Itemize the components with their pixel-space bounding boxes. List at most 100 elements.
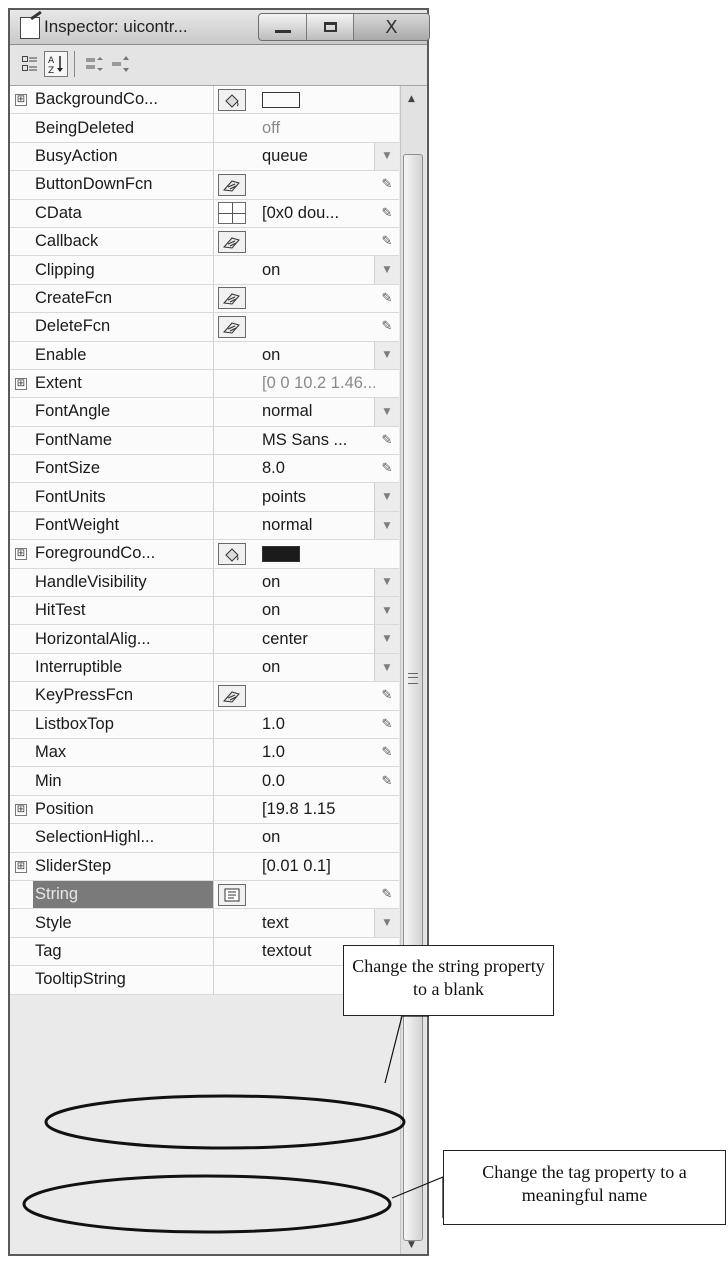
property-value[interactable] xyxy=(254,540,375,567)
sort-alphabetical-button[interactable]: A Z xyxy=(44,51,68,77)
property-value[interactable] xyxy=(254,171,375,198)
property-row-tag[interactable]: Tagtextout✎ xyxy=(10,937,399,967)
title-bar[interactable]: Inspector: uicontr... X xyxy=(10,10,430,45)
property-value[interactable]: 1.0 xyxy=(254,739,375,766)
property-row-createfcn[interactable]: CreateFcn ✎ xyxy=(10,284,399,314)
property-value[interactable] xyxy=(254,881,375,908)
property-row-fontsize[interactable]: FontSize 8.0 ✎ xyxy=(10,455,399,484)
dropdown-arrow-icon[interactable]: ▼ xyxy=(374,341,399,369)
array-editor-icon[interactable] xyxy=(218,202,246,225)
property-row-style[interactable]: Style text ▼ xyxy=(10,909,399,938)
property-value[interactable] xyxy=(254,285,375,312)
property-value[interactable]: points xyxy=(254,483,374,510)
property-value[interactable]: text xyxy=(254,909,374,936)
pencil-edit-icon[interactable]: ✎ xyxy=(375,228,399,255)
property-value[interactable]: [0.01 0.1] xyxy=(254,853,375,880)
property-row-string[interactable]: String ✎ xyxy=(10,880,399,910)
property-value[interactable]: on xyxy=(254,654,374,681)
property-row-fontunits[interactable]: FontUnits points ▼ xyxy=(10,483,399,512)
property-row-foregroundco[interactable]: ⊞ ForegroundCo... xyxy=(10,540,399,569)
callback-editor-icon[interactable] xyxy=(218,230,246,253)
pencil-edit-icon[interactable]: ✎ xyxy=(375,711,399,738)
scrollbar-thumb[interactable] xyxy=(403,154,423,1241)
vertical-scrollbar[interactable]: ▲ ▼ xyxy=(400,86,426,1254)
dropdown-arrow-icon[interactable]: ▼ xyxy=(374,483,399,511)
property-value[interactable]: 0.0 xyxy=(254,767,375,794)
property-value[interactable]: center xyxy=(254,625,374,652)
dropdown-arrow-icon[interactable]: ▼ xyxy=(374,142,399,171)
minimize-button[interactable] xyxy=(259,14,308,40)
pencil-edit-icon[interactable]: ✎ xyxy=(375,682,399,709)
property-row-tooltipstring[interactable]: TooltipString✎ xyxy=(10,966,399,995)
property-row-fontangle[interactable]: FontAngle normal ▼ xyxy=(10,398,399,427)
color-picker-icon[interactable] xyxy=(218,88,246,111)
property-row-position[interactable]: ⊞ Position [19.8 1.15 xyxy=(10,795,399,825)
property-row-clipping[interactable]: Clipping on ▼ xyxy=(10,256,399,285)
property-value[interactable]: MS Sans ... xyxy=(254,427,375,454)
dropdown-arrow-icon[interactable]: ▼ xyxy=(374,256,399,284)
close-button[interactable]: X xyxy=(353,14,429,40)
property-row-cdata[interactable]: CData [0x0 dou... ✎ xyxy=(10,199,399,228)
color-swatch[interactable] xyxy=(262,91,300,108)
expand-icon[interactable]: ⊞ xyxy=(15,860,27,873)
property-row-selectionhighl[interactable]: SelectionHighl... on xyxy=(10,824,399,853)
property-row-beingdeleted[interactable]: BeingDeleted off xyxy=(10,114,399,143)
property-row-deletefcn[interactable]: DeleteFcn ✎ xyxy=(10,313,399,342)
text-editor-icon[interactable] xyxy=(218,883,246,906)
pencil-edit-icon[interactable]: ✎ xyxy=(375,455,399,482)
dropdown-arrow-icon[interactable]: ▼ xyxy=(374,653,399,682)
property-value[interactable]: [0x0 dou... xyxy=(254,200,375,227)
property-value[interactable]: on xyxy=(254,256,374,283)
property-value[interactable] xyxy=(254,86,375,113)
property-row-keypressfcn[interactable]: KeyPressFcn ✎ xyxy=(10,682,399,711)
property-value[interactable]: normal xyxy=(254,398,374,425)
categorized-view-button[interactable] xyxy=(18,51,42,77)
property-row-interruptible[interactable]: Interruptible on ▼ xyxy=(10,653,399,683)
property-row-fontweight[interactable]: FontWeight normal ▼ xyxy=(10,511,399,541)
dropdown-arrow-icon[interactable]: ▼ xyxy=(374,909,399,937)
maximize-button[interactable] xyxy=(307,14,354,40)
property-value[interactable]: normal xyxy=(254,512,374,539)
property-row-hittest[interactable]: HitTest on ▼ xyxy=(10,597,399,626)
property-value[interactable] xyxy=(254,682,375,709)
dropdown-arrow-icon[interactable]: ▼ xyxy=(374,597,399,625)
pencil-edit-icon[interactable]: ✎ xyxy=(375,739,399,766)
expand-icon[interactable]: ⊞ xyxy=(15,94,27,106)
color-swatch[interactable] xyxy=(262,545,300,562)
property-row-horizontalalig[interactable]: HorizontalAlig... center ▼ xyxy=(10,625,399,654)
dropdown-arrow-icon[interactable]: ▼ xyxy=(374,398,399,426)
pencil-edit-icon[interactable]: ✎ xyxy=(375,200,399,227)
dropdown-arrow-icon[interactable]: ▼ xyxy=(374,625,399,653)
pencil-edit-icon[interactable]: ✎ xyxy=(375,285,399,312)
expand-icon[interactable]: ⊞ xyxy=(15,377,27,390)
property-row-handlevisibility[interactable]: HandleVisibility on ▼ xyxy=(10,568,399,598)
callback-editor-icon[interactable] xyxy=(218,287,246,310)
scroll-down-icon[interactable]: ▼ xyxy=(408,1240,415,1250)
property-row-busyaction[interactable]: BusyAction queue ▼ xyxy=(10,142,399,172)
callback-editor-icon[interactable] xyxy=(218,315,246,338)
pencil-edit-icon[interactable]: ✎ xyxy=(375,427,399,454)
property-value[interactable]: on xyxy=(254,342,374,369)
color-picker-icon[interactable] xyxy=(218,542,246,565)
collapse-all-button[interactable] xyxy=(110,51,134,77)
property-row-enable[interactable]: Enable on ▼ xyxy=(10,341,399,370)
dropdown-arrow-icon[interactable]: ▼ xyxy=(374,568,399,597)
scroll-up-icon[interactable]: ▲ xyxy=(408,94,415,104)
expand-icon[interactable]: ⊞ xyxy=(15,803,27,816)
expand-icon[interactable]: ⊞ xyxy=(15,548,27,561)
property-row-extent[interactable]: ⊞ Extent [0 0 10.2 1.46... xyxy=(10,369,399,399)
property-value[interactable]: [19.8 1.15 xyxy=(254,796,375,823)
property-value[interactable]: on xyxy=(254,824,375,851)
property-value[interactable]: queue xyxy=(254,143,374,170)
pencil-edit-icon[interactable]: ✎ xyxy=(375,171,399,198)
property-value[interactable]: 1.0 xyxy=(254,711,375,738)
property-row-sliderstep[interactable]: ⊞ SliderStep [0.01 0.1] xyxy=(10,852,399,881)
property-row-backgroundco[interactable]: ⊞ BackgroundCo... xyxy=(10,86,399,115)
pencil-edit-icon[interactable]: ✎ xyxy=(375,313,399,340)
property-value[interactable]: 8.0 xyxy=(254,455,375,482)
property-row-callback[interactable]: Callback ✎ xyxy=(10,227,399,257)
property-value[interactable]: [0 0 10.2 1.46... xyxy=(254,370,375,397)
property-row-max[interactable]: Max 1.0 ✎ xyxy=(10,738,399,768)
property-row-min[interactable]: Min 0.0 ✎ xyxy=(10,767,399,796)
property-value[interactable]: off xyxy=(254,114,375,141)
